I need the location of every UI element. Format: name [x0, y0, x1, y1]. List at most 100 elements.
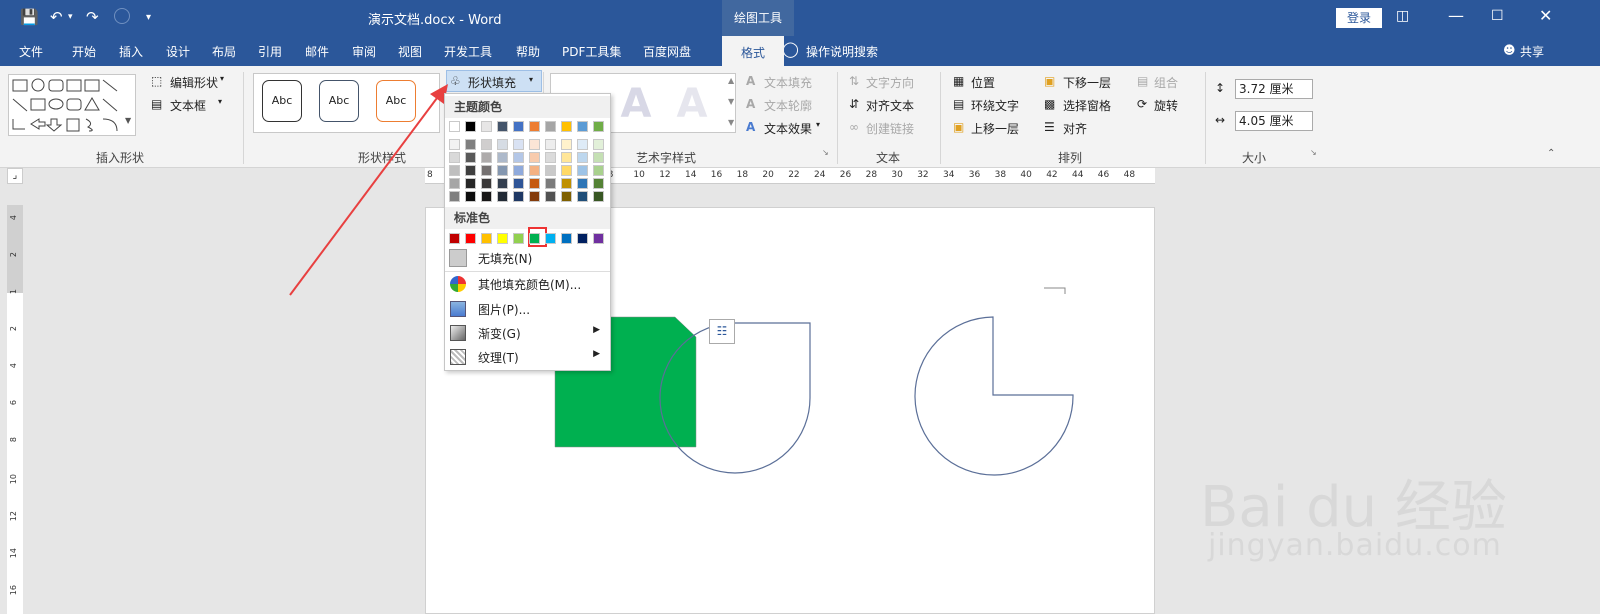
shape-height-input[interactable]: 3.72 厘米 — [1235, 79, 1313, 99]
text-direction-button[interactable]: 文字方向 — [866, 74, 914, 91]
standard-color-swatch[interactable] — [449, 233, 460, 244]
position-button[interactable]: 位置 — [971, 74, 995, 91]
ribbon-display-options-icon[interactable]: ◫ — [1396, 8, 1409, 24]
standard-color-swatch[interactable] — [561, 233, 572, 244]
theme-color-swatch[interactable] — [497, 121, 508, 132]
tell-me-search[interactable]: 操作说明搜索 — [806, 43, 878, 60]
theme-shade-swatch[interactable] — [561, 191, 572, 202]
group-button[interactable]: 组合 — [1154, 74, 1178, 91]
dialog-launcher-icon[interactable]: ↘ — [1310, 148, 1317, 157]
theme-shade-swatch[interactable] — [497, 139, 508, 150]
standard-color-swatch[interactable] — [481, 233, 492, 244]
tab-insert[interactable]: 插入 — [119, 43, 143, 60]
standard-color-swatch[interactable] — [465, 233, 476, 244]
theme-color-swatch[interactable] — [561, 121, 572, 132]
text-outline-button[interactable]: 文本轮廓 — [764, 97, 812, 114]
theme-shade-swatch[interactable] — [513, 152, 524, 163]
theme-color-swatch[interactable] — [593, 121, 604, 132]
send-backward-button[interactable]: 下移一层 — [1063, 74, 1111, 91]
theme-shade-swatch[interactable] — [561, 152, 572, 163]
theme-shade-swatch[interactable] — [513, 165, 524, 176]
theme-shade-swatch[interactable] — [513, 139, 524, 150]
tab-references[interactable]: 引用 — [258, 43, 282, 60]
theme-shade-swatch[interactable] — [545, 139, 556, 150]
theme-shade-swatch[interactable] — [561, 139, 572, 150]
close-icon[interactable]: ✕ — [1539, 6, 1552, 25]
tab-view[interactable]: 视图 — [398, 43, 422, 60]
minimize-icon[interactable]: — — [1448, 6, 1464, 25]
theme-shade-swatch[interactable] — [465, 152, 476, 163]
shape-thumbnails[interactable] — [9, 75, 137, 137]
theme-shade-swatch[interactable] — [561, 178, 572, 189]
wordart-style-icon[interactable]: A — [612, 80, 660, 128]
theme-shade-swatch[interactable] — [465, 165, 476, 176]
text-effects-button[interactable]: 文本效果 — [764, 120, 812, 137]
theme-shade-swatch[interactable] — [497, 152, 508, 163]
theme-color-swatch[interactable] — [481, 121, 492, 132]
texture-fill-item[interactable]: 纹理(T) ▶ — [445, 345, 610, 369]
wrap-text-button[interactable]: 环绕文字 — [971, 97, 1019, 114]
tab-layout[interactable]: 布局 — [212, 43, 236, 60]
align-button[interactable]: 对齐 — [1063, 120, 1087, 137]
save-icon[interactable]: 💾 — [20, 8, 39, 26]
tab-mailings[interactable]: 邮件 — [305, 43, 329, 60]
shape-width-input[interactable]: 4.05 厘米 — [1235, 111, 1313, 131]
standard-color-swatch[interactable] — [529, 233, 540, 244]
standard-color-swatch[interactable] — [545, 233, 556, 244]
theme-shade-swatch[interactable] — [577, 152, 588, 163]
theme-shade-swatch[interactable] — [545, 165, 556, 176]
undo-dropdown-icon[interactable]: ▾ — [68, 12, 73, 22]
tab-pdf-tools[interactable]: PDF工具集 — [562, 43, 621, 60]
customize-qat-icon[interactable]: ▾ — [146, 12, 151, 23]
tab-review[interactable]: 审阅 — [352, 43, 376, 60]
theme-shade-swatch[interactable] — [481, 191, 492, 202]
pie-shape[interactable] — [914, 316, 1074, 476]
theme-shade-swatch[interactable] — [593, 165, 604, 176]
theme-shade-swatch[interactable] — [481, 178, 492, 189]
layout-options-icon[interactable]: ☷ — [709, 319, 735, 344]
theme-shade-swatch[interactable] — [545, 191, 556, 202]
collapse-ribbon-icon[interactable]: ⌃ — [1547, 148, 1555, 159]
theme-shade-swatch[interactable] — [577, 165, 588, 176]
theme-shade-swatch[interactable] — [529, 139, 540, 150]
theme-color-swatch[interactable] — [577, 121, 588, 132]
redo-icon[interactable]: ↷ — [86, 8, 99, 26]
theme-shade-swatch[interactable] — [529, 152, 540, 163]
theme-color-swatch[interactable] — [545, 121, 556, 132]
theme-shade-swatch[interactable] — [497, 165, 508, 176]
tab-baidu-netdisk[interactable]: 百度网盘 — [643, 43, 691, 60]
text-box-button[interactable]: 文本框 — [170, 97, 206, 114]
theme-shade-swatch[interactable] — [577, 191, 588, 202]
theme-shade-swatch[interactable] — [545, 178, 556, 189]
theme-shade-swatch[interactable] — [449, 178, 460, 189]
standard-color-swatch[interactable] — [513, 233, 524, 244]
gradient-fill-item[interactable]: 渐变(G) ▶ — [445, 321, 610, 345]
theme-shade-swatch[interactable] — [465, 178, 476, 189]
shapes-gallery[interactable] — [8, 74, 136, 136]
theme-shade-swatch[interactable] — [577, 178, 588, 189]
theme-shade-swatch[interactable] — [593, 152, 604, 163]
theme-shade-swatch[interactable] — [449, 152, 460, 163]
tab-help[interactable]: 帮助 — [516, 43, 540, 60]
theme-shade-swatch[interactable] — [545, 152, 556, 163]
theme-shade-swatch[interactable] — [593, 139, 604, 150]
text-fill-button[interactable]: 文本填充 — [764, 74, 812, 91]
maximize-icon[interactable]: ☐ — [1491, 8, 1504, 24]
bring-forward-button[interactable]: 上移一层 — [971, 120, 1019, 137]
tab-design[interactable]: 设计 — [166, 43, 190, 60]
rotate-button[interactable]: 旋转 — [1154, 97, 1178, 114]
edit-shape-icon[interactable]: ⬚ — [151, 74, 162, 88]
wordart-style-icon[interactable]: A — [668, 80, 716, 128]
theme-shade-swatch[interactable] — [529, 191, 540, 202]
theme-shade-swatch[interactable] — [593, 178, 604, 189]
standard-color-swatch[interactable] — [577, 233, 588, 244]
no-fill-item[interactable]: 无填充(N) — [445, 246, 610, 270]
theme-shade-swatch[interactable] — [513, 178, 524, 189]
theme-shade-swatch[interactable] — [481, 165, 492, 176]
theme-shade-swatch[interactable] — [529, 165, 540, 176]
tab-file[interactable]: 文件 — [19, 43, 43, 60]
standard-color-swatch[interactable] — [497, 233, 508, 244]
more-fill-colors-item[interactable]: 其他填充颜色(M)... — [445, 272, 610, 296]
selection-pane-button[interactable]: 选择窗格 — [1063, 97, 1111, 114]
undo-icon[interactable]: ↶ — [50, 8, 63, 26]
